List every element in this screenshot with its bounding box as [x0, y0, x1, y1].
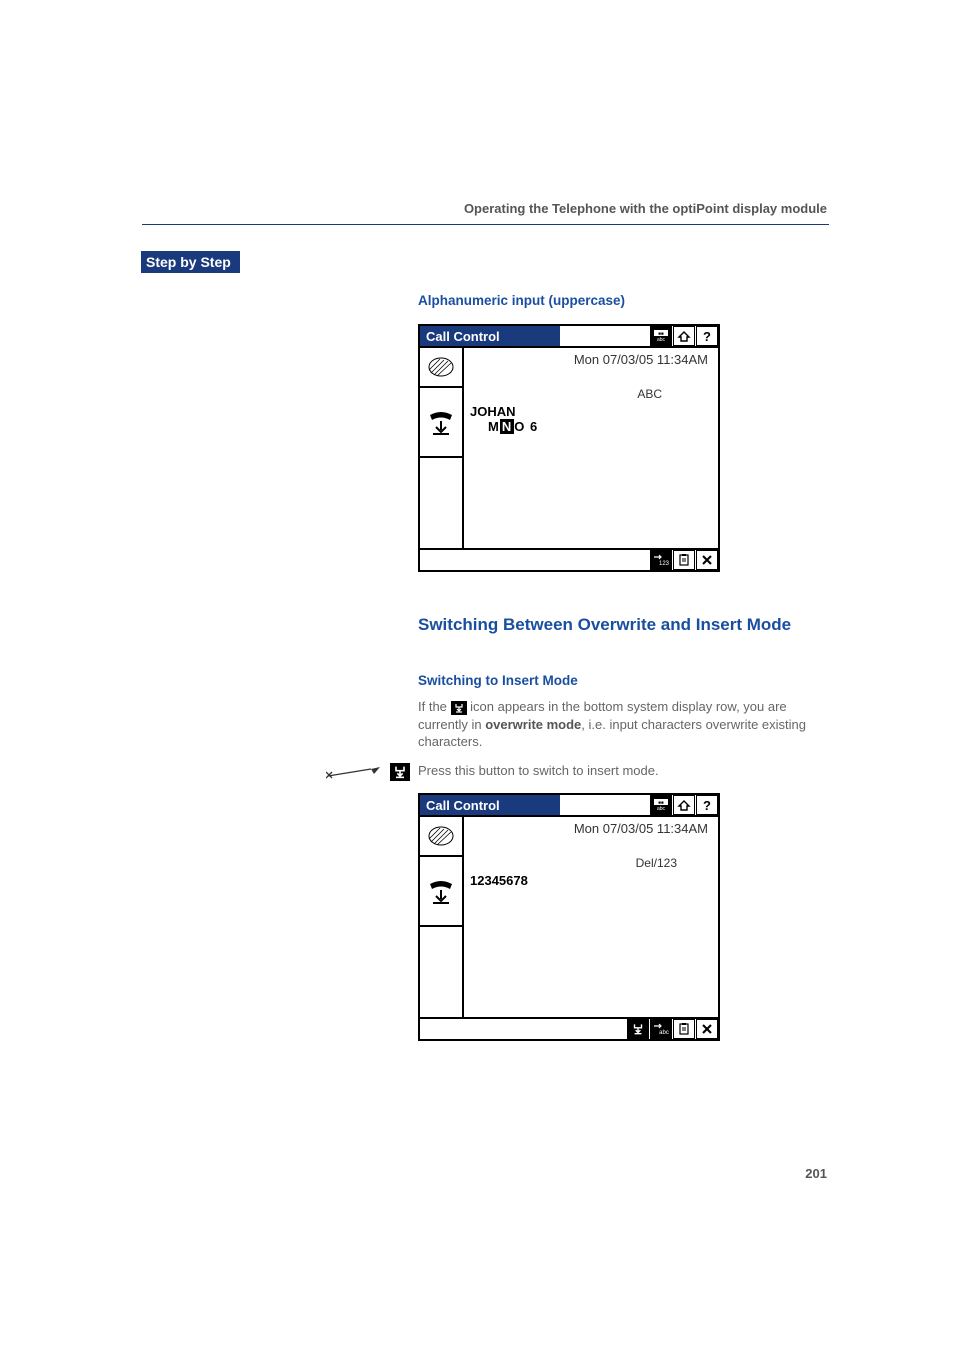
phone-screen-numeric: Call Control ■■abc ?	[418, 793, 720, 1041]
input-mode-icon[interactable]: ■■abc	[650, 795, 672, 815]
svg-text:abc: abc	[657, 337, 666, 342]
numeric-input[interactable]: 12345678	[470, 873, 712, 888]
insert-mode-subheading: Switching to Insert Mode	[418, 673, 828, 688]
chars-after-cursor: O 6	[514, 419, 538, 434]
svg-text:?: ?	[703, 798, 711, 812]
home-icon[interactable]	[673, 795, 695, 815]
phone-screen-uppercase: Call Control ■■abc ?	[418, 324, 720, 572]
input-editor[interactable]: MNO 6	[488, 419, 712, 434]
switch-to-123-icon[interactable]: 123	[650, 550, 672, 570]
overwrite-mode-icon	[451, 701, 467, 715]
input-name: JOHAN	[470, 404, 712, 419]
screen-title: Call Control	[420, 795, 560, 815]
overwrite-mode-icon[interactable]	[627, 1019, 649, 1039]
text-cursor: N	[500, 419, 514, 434]
svg-text:■■: ■■	[658, 800, 664, 805]
status-hatched-icon	[420, 348, 462, 388]
screen-title: Call Control	[420, 326, 560, 346]
close-icon[interactable]	[696, 550, 718, 570]
switch-to-abc-icon[interactable]: abc	[650, 1019, 672, 1039]
datetime-label: Mon 07/03/05 11:34AM	[470, 352, 712, 367]
svg-text:abc: abc	[659, 1030, 669, 1036]
datetime-label: Mon 07/03/05 11:34AM	[470, 821, 712, 836]
svg-text:abc: abc	[657, 806, 666, 811]
help-icon[interactable]: ?	[696, 326, 718, 346]
clipboard-icon[interactable]	[673, 1019, 695, 1039]
step-by-step-header: Step by Step	[141, 251, 240, 273]
press-button-text: Press this button to switch to insert mo…	[418, 763, 659, 778]
overwrite-mode-button-icon[interactable]	[390, 763, 410, 781]
svg-text:?: ?	[703, 329, 711, 343]
close-icon[interactable]	[696, 1019, 718, 1039]
status-hatched-icon	[420, 817, 462, 857]
handset-down-icon	[420, 857, 462, 927]
handset-down-icon	[420, 388, 462, 458]
switch-mode-heading: Switching Between Overwrite and Insert M…	[418, 614, 828, 635]
clipboard-icon[interactable]	[673, 550, 695, 570]
help-icon[interactable]: ?	[696, 795, 718, 815]
header-rule	[142, 224, 829, 225]
input-mode-icon[interactable]: ■■abc	[650, 326, 672, 346]
input-mode-label: Del/123	[470, 856, 712, 870]
page-number: 201	[805, 1166, 827, 1181]
body-text-segment: If the	[418, 699, 451, 714]
svg-text:■■: ■■	[658, 331, 664, 336]
home-icon[interactable]	[673, 326, 695, 346]
pointer-arrow-icon	[326, 765, 384, 779]
svg-text:123: 123	[659, 561, 670, 567]
body-text-bold: overwrite mode	[485, 717, 581, 732]
chars-before-cursor: M	[488, 419, 500, 434]
uppercase-input-heading: Alphanumeric input (uppercase)	[418, 293, 828, 308]
input-mode-label: ABC	[470, 387, 712, 401]
running-header: Operating the Telephone with the optiPoi…	[464, 201, 827, 216]
